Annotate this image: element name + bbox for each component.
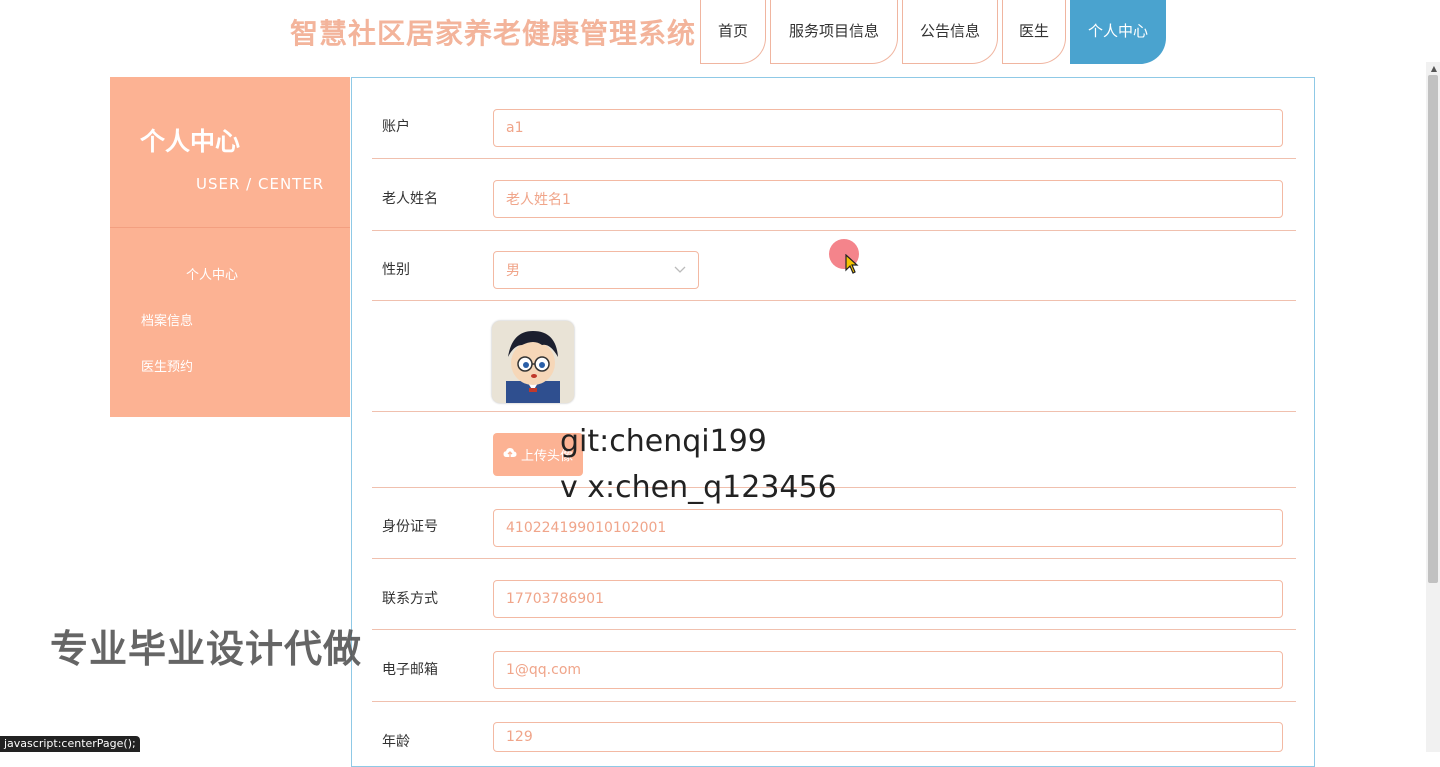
phone-label: 联系方式 [382,591,438,607]
phone-field[interactable]: 17703786901 [493,580,1283,618]
mouse-cursor-icon [845,253,859,278]
row-divider [372,558,1296,559]
avatar-image [492,321,574,403]
sidebar-subtitle: USER / CENTER [196,175,325,193]
sidebar-item-records[interactable]: 档案信息 [141,310,193,329]
sidebar-title: 个人中心 [140,127,241,156]
sidebar-divider [110,227,350,228]
nav-home[interactable]: 首页 [700,0,766,64]
gender-select[interactable]: 男 [493,251,699,289]
gender-label: 性别 [382,262,410,278]
sidebar-item-doctor-appointment[interactable]: 医生预约 [141,356,193,375]
watermark-vx: v x:chen_q123456 [560,470,837,505]
id-card-field[interactable]: 410224199010102001 [493,509,1283,547]
row-divider [372,701,1296,702]
email-field[interactable]: 1@qq.com [493,651,1283,689]
nav-personal-center[interactable]: 个人中心 [1070,0,1166,64]
status-bar-url: javascript:centerPage(); [0,736,140,752]
row-divider [372,158,1296,159]
age-field[interactable]: 129 [493,722,1283,752]
nav-service-items[interactable]: 服务项目信息 [770,0,898,64]
nav-announcements[interactable]: 公告信息 [902,0,998,64]
row-divider [372,300,1296,301]
chevron-down-icon [674,263,686,277]
name-field[interactable]: 老人姓名1 [493,180,1283,218]
site-title: 智慧社区居家养老健康管理系统 [290,17,697,50]
email-label: 电子邮箱 [382,662,438,678]
watermark-promo: 专业毕业设计代做 [50,627,363,671]
account-label: 账户 [382,119,410,135]
row-divider [372,629,1296,630]
name-label: 老人姓名 [382,191,438,207]
row-divider [372,411,1296,412]
sidebar: 个人中心 USER / CENTER 个人中心 档案信息 医生预约 [110,77,350,417]
nav-doctor[interactable]: 医生 [1002,0,1066,64]
watermark-git: git:chenqi199 [560,424,767,459]
scroll-up-arrow-icon[interactable]: ▲ [1431,64,1437,73]
row-divider [372,230,1296,231]
account-field[interactable]: a1 [493,109,1283,147]
cloud-upload-icon [503,447,517,463]
scrollbar-thumb[interactable] [1428,75,1438,583]
age-label: 年龄 [382,734,410,750]
gender-value: 男 [506,263,520,279]
id-card-label: 身份证号 [382,519,438,535]
sidebar-item-personal-center[interactable]: 个人中心 [186,264,238,283]
